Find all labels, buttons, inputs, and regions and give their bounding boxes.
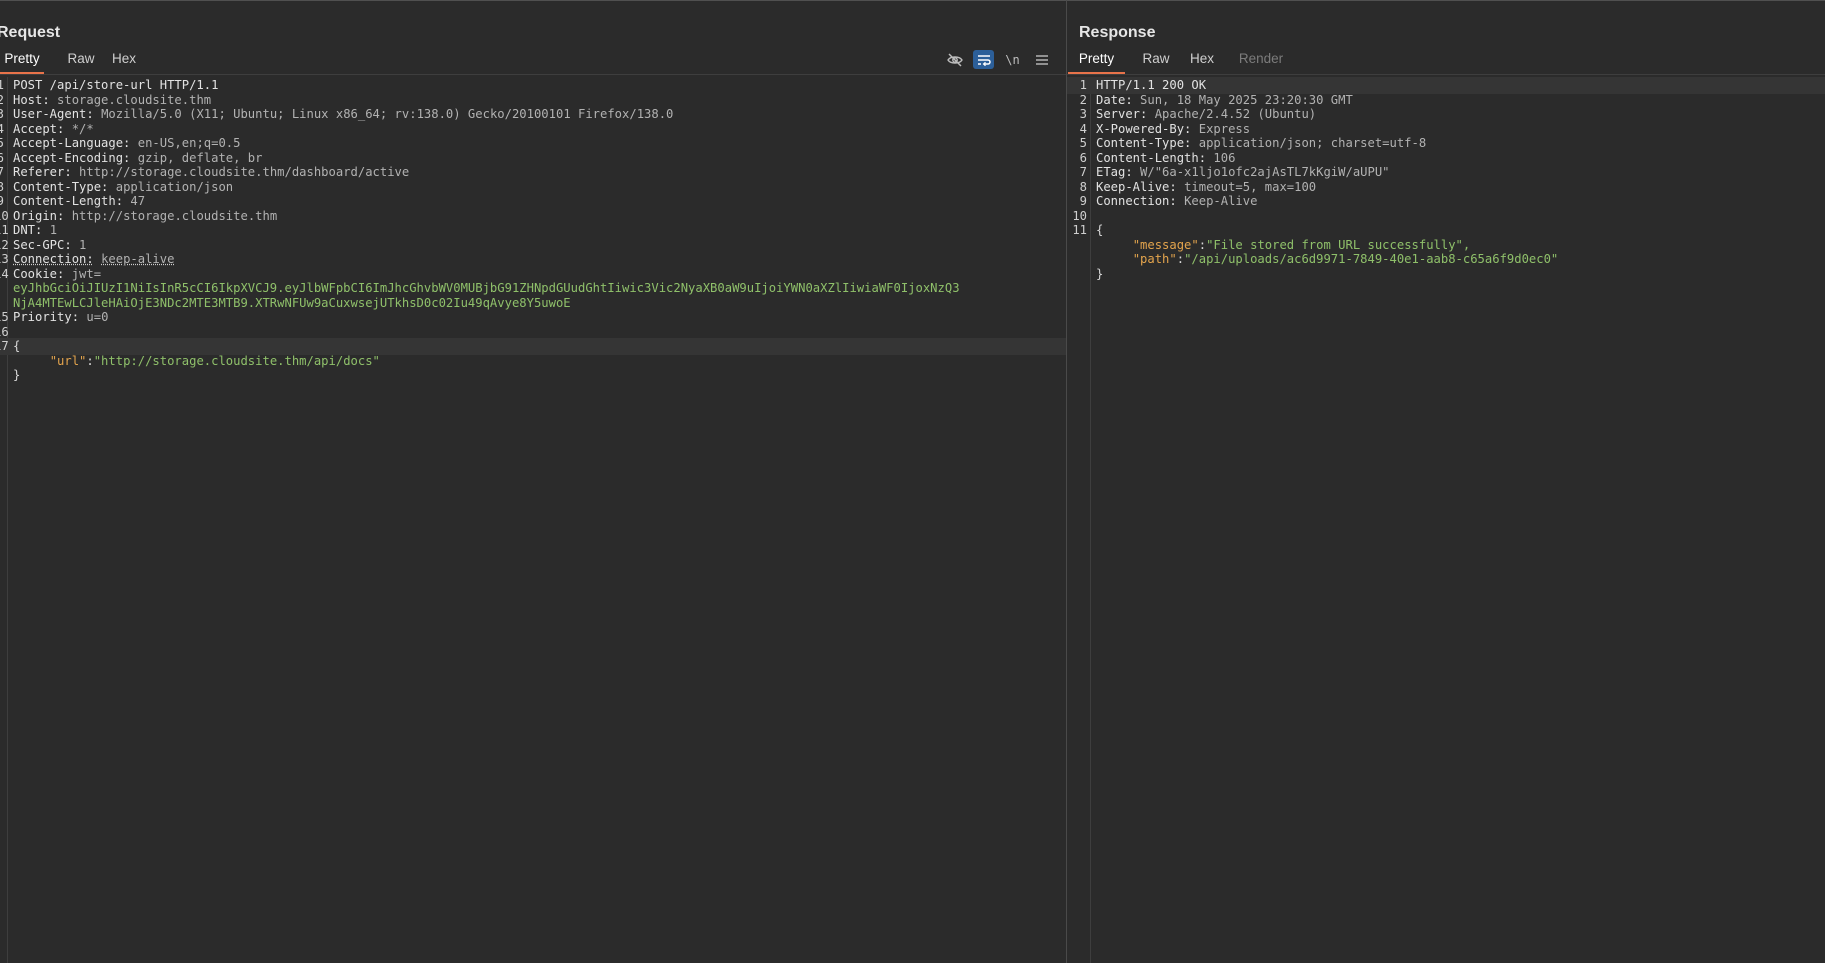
- header-value: 106: [1213, 150, 1236, 165]
- header-name: Content-Length:: [13, 194, 124, 208]
- header-value: keep-alive: [101, 252, 175, 266]
- header-name: Connection:: [13, 252, 94, 266]
- code-line: }: [1067, 266, 1825, 283]
- header-name: Server:: [1096, 107, 1148, 121]
- header-name: Accept:: [13, 121, 65, 136]
- header-name: ETag:: [1096, 165, 1133, 179]
- text-wrap-icon[interactable]: [973, 50, 994, 69]
- header-value: Keep-Alive: [1184, 194, 1258, 208]
- header-value: en-US,en;q=0.5: [137, 136, 241, 150]
- json-value: "/api/uploads/ac6d9971-7849-40e1-aab8-c6…: [1184, 252, 1559, 266]
- header-name: Origin:: [13, 208, 65, 223]
- response-tabs-divider: [1067, 74, 1825, 75]
- json-brace: {: [1096, 223, 1104, 237]
- header-value: jwt=: [71, 266, 102, 281]
- json-brace: }: [1096, 266, 1104, 281]
- header-name: Host:: [13, 92, 50, 107]
- json-brace: }: [13, 368, 21, 382]
- start-line: POST /api/store-url HTTP/1.1: [13, 78, 219, 92]
- header-value: u=0: [86, 310, 109, 324]
- json-tail: ,: [1462, 237, 1471, 252]
- header-value: Mozilla/5.0 (X11; Ubuntu; Linux x86_64; …: [101, 107, 674, 121]
- json-key: "url": [49, 353, 87, 368]
- json-value: "File stored from URL successfully": [1206, 237, 1463, 252]
- json-tail: ": [372, 353, 380, 368]
- line-content: }: [1096, 266, 1103, 283]
- request-title: Request: [0, 24, 61, 41]
- json-key: "message": [1132, 237, 1199, 252]
- response-tab-raw[interactable]: Raw: [1131, 49, 1181, 72]
- header-value: 47: [130, 194, 146, 208]
- response-pane: Response Pretty Raw Hex Render 1 HTTP/1.1…: [1067, 1, 1825, 963]
- json-value: "http://storage.cloudsite.thm/api/docs: [93, 353, 373, 368]
- json-colon: :: [86, 353, 94, 368]
- http-message-viewer: Request Pretty Raw Hex \n 1 POST /api/st…: [0, 0, 1825, 963]
- header-value: Apache/2.4.52 (Ubuntu): [1154, 107, 1317, 121]
- header-value: Express: [1198, 121, 1251, 136]
- header-value: http://storage.cloudsite.thm/dashboard/a…: [79, 165, 410, 179]
- json-brace: {: [13, 339, 21, 353]
- header-value: gzip, deflate, br: [137, 150, 263, 165]
- header-value: application/json: [115, 179, 234, 194]
- response-tab-hex[interactable]: Hex: [1181, 49, 1223, 72]
- header-name: Sec-GPC:: [13, 237, 72, 252]
- eye-slash-icon[interactable]: [944, 50, 965, 69]
- header-name: X-Powered-By:: [1096, 121, 1192, 136]
- header-name: Content-Length:: [1096, 150, 1207, 165]
- header-name: Priority:: [13, 310, 80, 324]
- header-value: 1: [79, 237, 87, 252]
- request-tabs: Pretty Raw Hex: [0, 49, 142, 75]
- json-key: "path": [1132, 252, 1177, 266]
- cookie-value: NjA4MTEwLCJleHAiOjE3NDc2MTE3MTB9.XTRwNFU…: [13, 295, 571, 310]
- request-pane: Request Pretty Raw Hex \n 1 POST /api/st…: [0, 1, 1066, 963]
- header-name: Content-Type:: [13, 179, 109, 194]
- header-value: http://storage.cloudsite.thm: [71, 208, 278, 223]
- header-name: Cookie:: [13, 266, 65, 281]
- response-editor[interactable]: 1 HTTP/1.1 200 OK 2 Date: Sun, 18 May 2025 …: [1067, 77, 1825, 963]
- header-name: Connection:: [1096, 194, 1177, 208]
- header-name: DNT:: [13, 223, 43, 237]
- header-name: Content-Type:: [1096, 136, 1192, 150]
- header-name: Referer:: [13, 165, 72, 179]
- header-value: storage.cloudsite.thm: [57, 92, 212, 107]
- line-content: }: [13, 367, 20, 384]
- header-name: Keep-Alive:: [1096, 179, 1177, 194]
- request-tab-raw[interactable]: Raw: [56, 49, 106, 72]
- response-tab-render[interactable]: Render: [1233, 49, 1289, 72]
- header-value: Sun, 18 May 2025 23:20:30 GMT: [1140, 92, 1353, 107]
- header-value: application/json; charset=utf-8: [1198, 136, 1427, 150]
- request-toolbar: \n: [944, 49, 1052, 70]
- header-name: User-Agent:: [13, 107, 94, 121]
- request-tabs-divider: [0, 74, 1066, 75]
- json-colon: :: [1198, 237, 1207, 252]
- request-editor[interactable]: 1 POST /api/store-url HTTP/1.1 2 Host: stor…: [0, 77, 1066, 963]
- header-value: */*: [71, 121, 94, 136]
- header-name: Date:: [1096, 92, 1133, 107]
- header-value: W/"6a-x1ljo1ofc2ajAsTL7kKgiW/aUPU": [1140, 165, 1390, 179]
- newline-toggle[interactable]: \n: [1002, 50, 1023, 69]
- json-colon: :: [1176, 252, 1185, 266]
- header-name: Accept-Language:: [13, 136, 131, 150]
- response-tab-pretty[interactable]: Pretty: [1068, 49, 1125, 75]
- cookie-value: eyJhbGciOiJIUzI1NiIsInR5cCI6IkpXVCJ9.eyJ…: [13, 281, 960, 295]
- hamburger-menu-icon[interactable]: [1031, 50, 1052, 69]
- header-value: 1: [49, 223, 58, 237]
- start-line: HTTP/1.1 200 OK: [1096, 78, 1207, 92]
- response-title: Response: [1079, 24, 1156, 41]
- request-tab-pretty[interactable]: Pretty: [0, 49, 44, 75]
- header-value: timeout=5, max=100: [1184, 179, 1317, 194]
- header-name: Accept-Encoding:: [13, 150, 131, 165]
- response-tabs: Pretty Raw Hex Render: [1068, 49, 1289, 75]
- request-tab-hex[interactable]: Hex: [106, 49, 142, 72]
- code-line: }: [0, 367, 1066, 384]
